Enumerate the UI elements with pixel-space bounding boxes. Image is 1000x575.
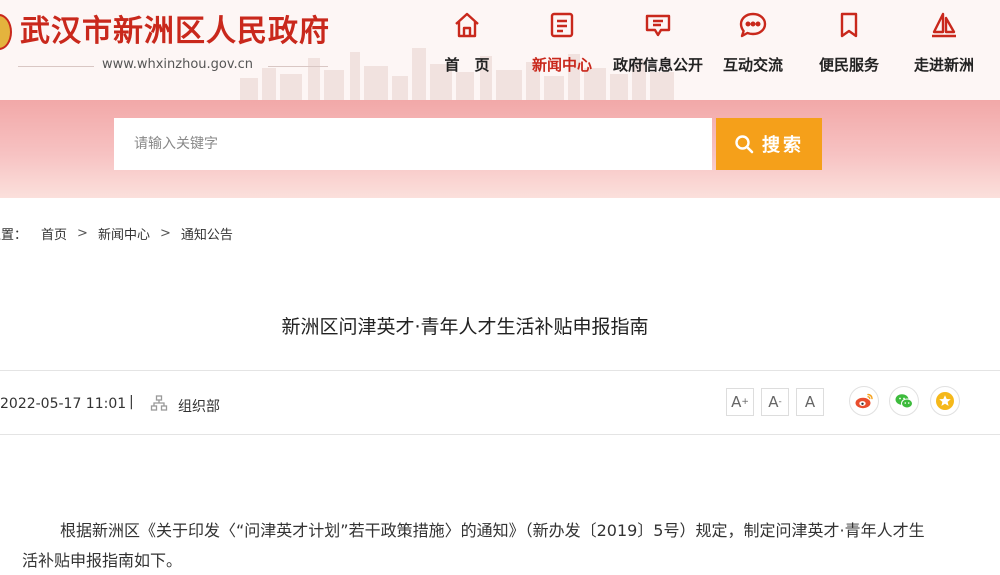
breadcrumb-separator: > — [159, 226, 171, 241]
nav-label: 新闻中心 — [531, 56, 592, 74]
home-icon — [450, 8, 484, 42]
divider — [0, 434, 1000, 435]
favorite-button[interactable] — [930, 386, 960, 416]
nav-item-about-xinzhou[interactable]: 走进新洲 — [899, 8, 989, 88]
divider — [18, 66, 94, 67]
search-input[interactable] — [114, 118, 712, 170]
search-button-label: 搜索 — [762, 135, 804, 156]
government-emblem — [0, 14, 12, 50]
chat-icon — [736, 8, 770, 42]
font-size-label: A — [768, 393, 779, 411]
organization-icon — [150, 395, 168, 411]
department-name: 组织部 — [178, 399, 220, 415]
breadcrumb: 位置： 首页 > 新闻中心 > 通知公告 — [0, 224, 233, 243]
font-size-label: A — [804, 393, 816, 411]
nav-item-news-center[interactable]: 新闻中心 — [517, 8, 607, 88]
nav-item-gov-info[interactable]: 政府信息公开 — [613, 8, 703, 88]
news-icon — [545, 8, 579, 42]
font-size-small-button[interactable]: A- — [761, 388, 789, 416]
nav-label: 便民服务 — [818, 56, 879, 74]
divider — [0, 370, 1000, 371]
breadcrumb-link-home[interactable]: 首页 — [41, 224, 67, 243]
minus-icon: - — [778, 397, 782, 407]
site-title: 武汉市新洲区人民政府 — [20, 14, 330, 49]
info-disclosure-icon — [641, 8, 675, 42]
weibo-icon — [855, 393, 873, 409]
nav-item-interaction[interactable]: 互动交流 — [708, 8, 798, 88]
article-body-paragraph: 根据新洲区《关于印发〈“问津英才计划”若干政策措施〉的通知》（新办发〔2019〕… — [22, 521, 925, 570]
breadcrumb-link-notices[interactable]: 通知公告 — [181, 224, 233, 243]
breadcrumb-link-news-center[interactable]: 新闻中心 — [98, 224, 150, 243]
site-url: www.whxinzhou.gov.cn — [102, 57, 254, 72]
nav-label: 政府信息公开 — [613, 56, 704, 74]
sail-icon — [927, 8, 961, 42]
meta-separator: | — [129, 394, 134, 410]
breadcrumb-separator: > — [77, 226, 88, 241]
share-wechat-button[interactable] — [889, 386, 919, 416]
breadcrumb-prefix: 位置： — [0, 228, 28, 243]
nav-label: 首 页 — [444, 56, 490, 74]
share-weibo-button[interactable] — [849, 386, 879, 416]
font-size-large-button[interactable]: A + — [726, 388, 754, 416]
wechat-icon — [895, 394, 913, 409]
search-icon — [735, 135, 754, 154]
font-size-label: A — [731, 393, 742, 411]
site-header: 武汉市新洲区人民政府 www.whxinzhou.gov.cn 首 页 新闻中心… — [0, 0, 1000, 100]
nav-item-home[interactable]: 首 页 — [422, 8, 512, 88]
bookmark-icon — [832, 8, 866, 42]
publish-date: 2022-05-17 11:01 — [0, 396, 127, 412]
search-button[interactable]: 搜索 — [716, 118, 822, 170]
favorite-icon — [936, 392, 954, 410]
nav-label: 走进新洲 — [913, 56, 974, 74]
plus-icon: + — [741, 397, 749, 407]
divider — [268, 66, 328, 67]
nav-label: 互动交流 — [722, 56, 783, 74]
nav-item-services[interactable]: 便民服务 — [804, 8, 894, 88]
article-title: 新洲区问津英才·青年人才生活补贴申报指南 — [281, 316, 649, 338]
font-size-default-button[interactable]: A — [796, 388, 824, 416]
